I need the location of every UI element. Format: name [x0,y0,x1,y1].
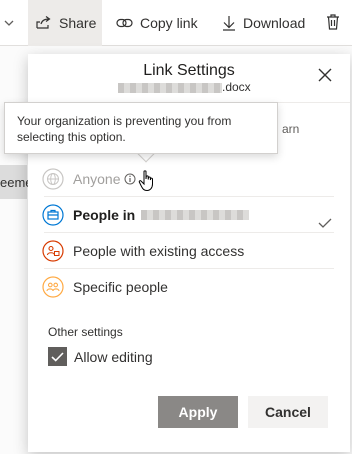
info-icon[interactable] [124,173,136,185]
redacted-file-name [118,82,222,93]
share-button[interactable]: Share [28,0,102,46]
option-label: People with existing access [73,243,245,259]
download-button[interactable]: Download [222,0,305,46]
option-divider [44,196,334,197]
copy-link-button[interactable]: Copy link [116,0,198,46]
checkbox-checked-icon[interactable] [48,347,67,366]
delete-button[interactable] [326,0,340,46]
option-divider [44,232,334,233]
learn-more-link[interactable]: arn [282,122,299,136]
dialog-title: Link Settings [143,62,235,79]
link-icon [116,17,133,29]
share-label: Share [59,15,97,31]
option-anyone[interactable]: Anyone [40,162,340,196]
download-icon [222,15,236,31]
disabled-option-tooltip: Your organization is preventing you from… [4,102,278,154]
file-name: .docx [118,80,251,94]
allow-editing-checkbox[interactable]: Allow editing [48,347,153,366]
option-divider [44,268,334,269]
share-icon [36,16,52,30]
option-specific-people[interactable]: Specific people [40,270,340,304]
redacted-org-name [141,210,250,220]
other-settings-label: Other settings [48,325,123,339]
specific-people-icon [40,275,65,300]
close-icon [318,68,332,82]
command-bar: Share Copy link Download [0,0,352,46]
option-people-in-org[interactable]: People in [40,198,340,232]
cancel-button[interactable]: Cancel [248,396,328,428]
close-button[interactable] [316,66,334,84]
allow-editing-label: Allow editing [74,348,153,365]
option-existing-access[interactable]: People with existing access [40,234,340,268]
trash-icon [326,13,340,33]
option-label: Anyone [73,171,121,187]
option-label: Specific people [73,279,168,295]
option-label: People in [73,207,136,223]
apply-button[interactable]: Apply [158,396,238,428]
globe-icon [40,167,65,192]
download-label: Download [243,15,306,31]
organization-icon [40,203,65,228]
checkmark-icon [318,215,332,233]
chevron-down-icon[interactable] [2,0,16,46]
copy-link-label: Copy link [140,15,198,31]
file-extension: .docx [222,80,251,94]
hand-cursor-icon [138,170,156,197]
people-existing-icon [40,239,65,264]
